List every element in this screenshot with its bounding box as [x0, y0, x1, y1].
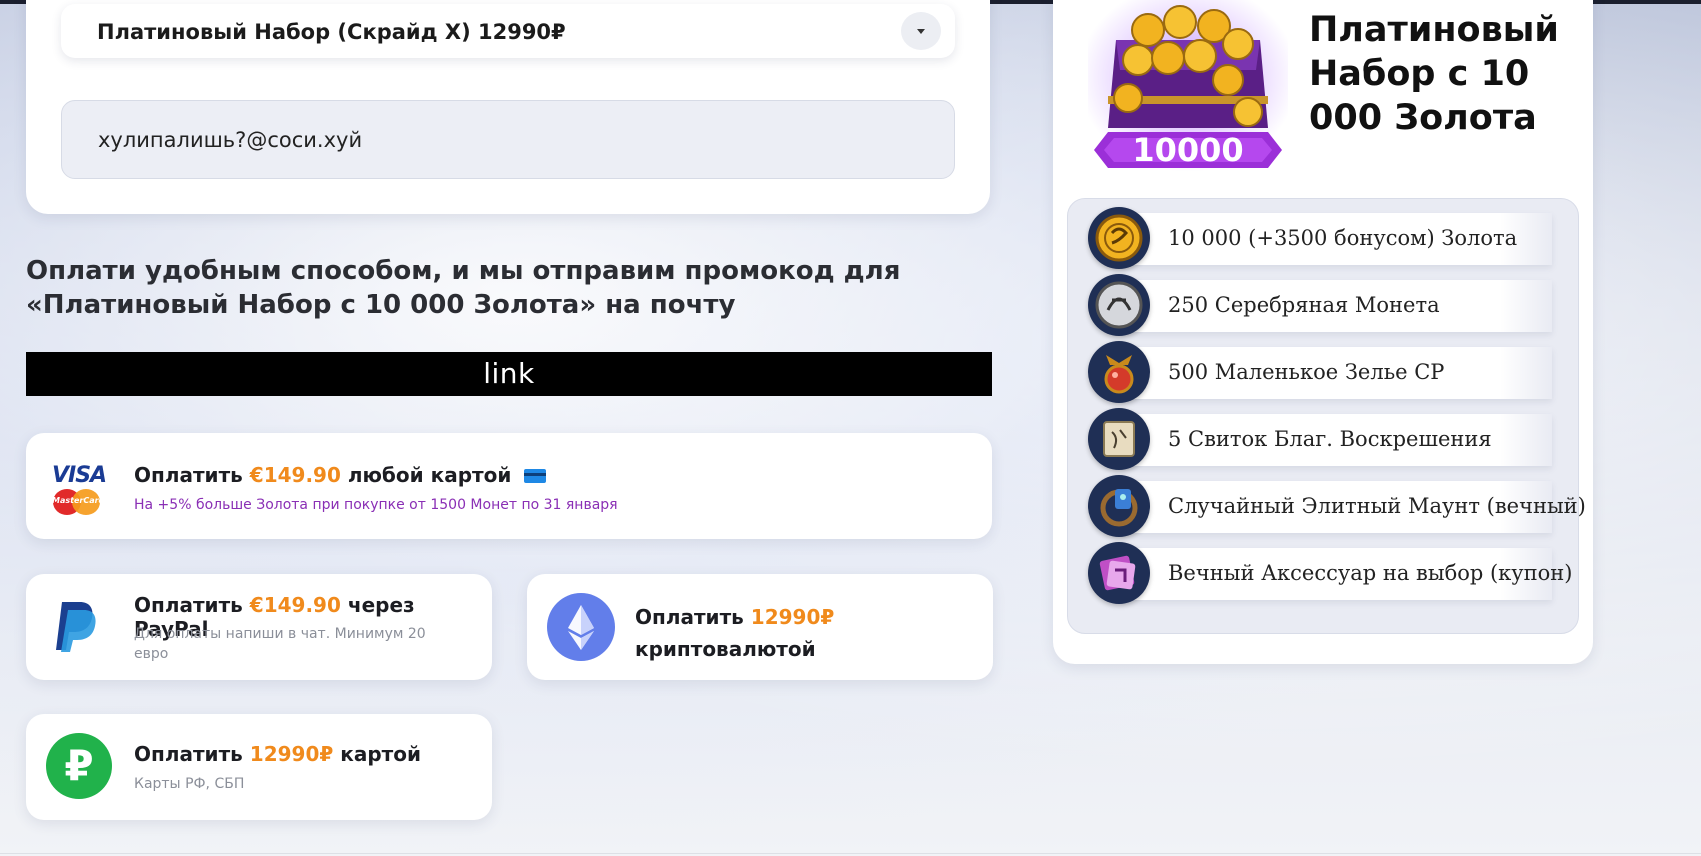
item-label: 10 000 (+3500 бонусом) Золота — [1168, 226, 1518, 250]
payment-heading-line1: Оплати удобным способом, и мы отправим п… — [26, 256, 901, 286]
item-label: Вечный Аксессуар на выбор (купон) — [1168, 561, 1573, 585]
product-title: Платиновый Набор с 10 000 Золота — [1309, 10, 1559, 138]
product-select-value: Платиновый Набор (Скрайд X) 12990₽ — [97, 20, 566, 44]
pay-rub-price: 12990₽ — [249, 742, 334, 766]
item-label: 500 Маленькое Зелье СР — [1168, 360, 1445, 384]
pay-crypto-title: Оплатить 12990₽ криптовалютой — [635, 605, 835, 661]
email-input[interactable] — [62, 101, 954, 178]
coupon-icon — [1088, 542, 1150, 604]
pay-rub-title: Оплатить 12990₽ картой — [134, 742, 421, 766]
gold-chest-icon: 10000 — [1088, 0, 1288, 172]
pay-card-price: €149.90 — [249, 463, 341, 487]
pay-crypto-option[interactable]: Оплатить 12990₽ криптовалютой — [527, 574, 993, 680]
product-items-list: 10 000 (+3500 бонусом) Золота 250 Серебр… — [1067, 198, 1586, 634]
ethereum-icon — [547, 593, 615, 661]
item-label: 250 Серебряная Монета — [1168, 293, 1440, 317]
pay-paypal-option[interactable]: Оплатить €149.90 через PayPal Для оплаты… — [26, 574, 492, 680]
scroll-icon — [1088, 408, 1150, 470]
pay-paypal-price: €149.90 — [249, 593, 341, 617]
pay-rub-option[interactable]: ₽ Оплатить 12990₽ картой Карты РФ, СБП — [26, 714, 492, 820]
paypal-icon — [56, 602, 96, 652]
list-item: 250 Серебряная Монета — [1088, 274, 1556, 336]
list-item: Вечный Аксессуар на выбор (купон) — [1088, 542, 1573, 604]
silver-coin-icon — [1088, 274, 1150, 336]
gold-coin-icon — [1088, 207, 1150, 269]
chest-badge: 10000 — [1132, 131, 1243, 169]
product-select[interactable]: Платиновый Набор (Скрайд X) 12990₽ — [61, 4, 955, 58]
list-item: 5 Свиток Благ. Воскрешения — [1088, 408, 1556, 470]
list-item: 10 000 (+3500 бонусом) Золота — [1088, 207, 1556, 269]
potion-icon — [1088, 341, 1150, 403]
chevron-down-icon[interactable] — [901, 12, 941, 50]
bottom-divider — [0, 853, 1701, 854]
mount-icon — [1088, 475, 1150, 537]
product-card: 10000 Платиновый Набор с 10 000 Золота 1… — [1053, 0, 1593, 664]
payment-heading: Оплати удобным способом, и мы отправим п… — [26, 254, 926, 322]
list-item: Случайный Элитный Маунт (вечный) — [1088, 475, 1586, 537]
visa-mastercard-icon: VISA MasterCard — [50, 463, 108, 515]
order-form-card: Платиновый Набор (Скрайд X) 12990₽ — [26, 0, 990, 214]
pay-crypto-price: 12990₽ — [750, 605, 835, 629]
pay-card-title: Оплатить €149.90 любой картой — [134, 463, 547, 487]
list-item: 500 Маленькое Зелье СР — [1088, 341, 1556, 403]
pay-card-note: На +5% больше Золота при покупке от 1500… — [134, 497, 618, 513]
email-field[interactable] — [61, 100, 955, 179]
pay-card-option[interactable]: VISA MasterCard Оплатить €149.90 любой к… — [26, 433, 992, 539]
pay-paypal-note: Для оплаты напиши в чат. Минимум 20 евро — [134, 626, 426, 662]
pay-rub-note: Карты РФ, СБП — [134, 776, 245, 792]
ruble-icon: ₽ — [46, 733, 112, 799]
item-label: Случайный Элитный Маунт (вечный) — [1168, 494, 1586, 518]
item-label: 5 Свиток Благ. Воскрешения — [1168, 427, 1492, 451]
link-pay-button[interactable]: link — [26, 352, 992, 396]
payment-heading-line2: «Платиновый Набор с 10 000 Золота» на по… — [26, 290, 736, 320]
credit-card-icon — [524, 469, 547, 483]
